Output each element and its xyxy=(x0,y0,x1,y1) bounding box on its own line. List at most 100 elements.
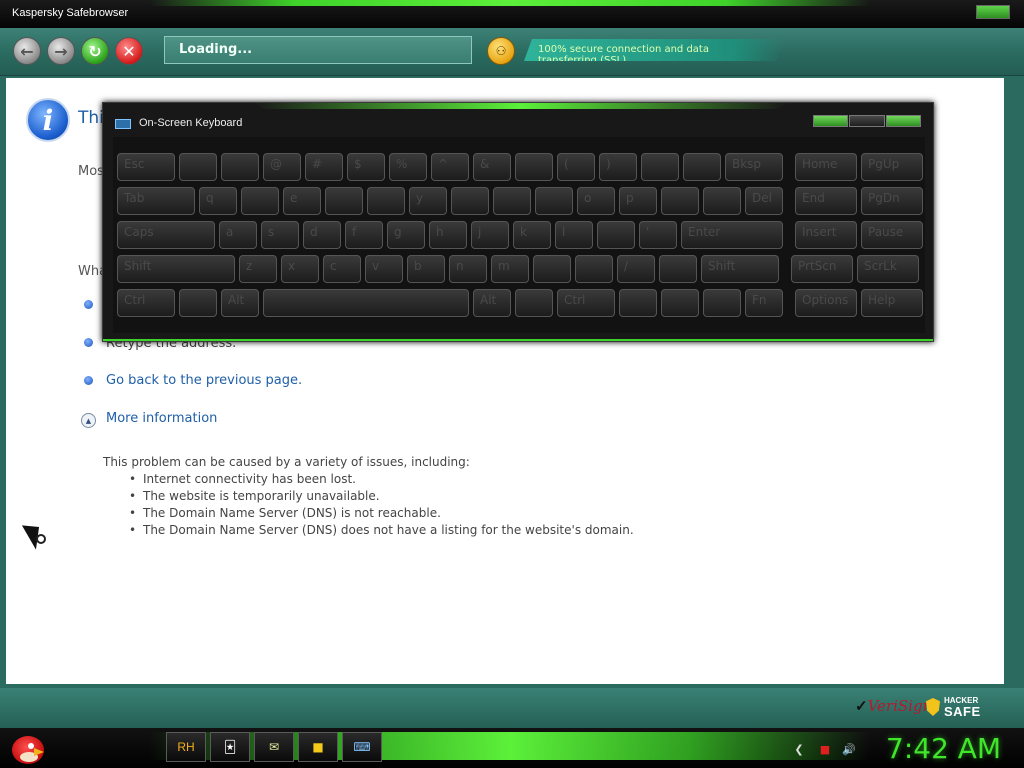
key-0-2[interactable] xyxy=(221,153,259,181)
key-4-2[interactable]: Alt xyxy=(221,289,259,317)
key-1-3[interactable]: e xyxy=(283,187,321,215)
taskbar-item-folder[interactable]: ■ xyxy=(298,732,338,762)
key-3-12[interactable]: Shift xyxy=(701,255,779,283)
key-1-15[interactable]: End xyxy=(795,187,857,215)
key-3-2[interactable]: x xyxy=(281,255,319,283)
key-4-4[interactable]: Alt xyxy=(473,289,511,317)
key-4-0[interactable]: Ctrl xyxy=(117,289,175,317)
close-button[interactable] xyxy=(885,115,921,127)
key-3-14[interactable]: ScrLk xyxy=(857,255,919,283)
key-4-9[interactable] xyxy=(703,289,741,317)
key-1-4[interactable] xyxy=(325,187,363,215)
tray-monitor-icon[interactable]: ■ xyxy=(818,742,832,756)
key-0-14[interactable]: Bksp xyxy=(725,153,783,181)
key-4-12[interactable]: Help xyxy=(861,289,923,317)
key-4-8[interactable] xyxy=(661,289,699,317)
key-2-1[interactable]: a xyxy=(219,221,257,249)
key-1-7[interactable] xyxy=(451,187,489,215)
key-1-10[interactable]: o xyxy=(577,187,615,215)
key-2-9[interactable]: l xyxy=(555,221,593,249)
key-2-3[interactable]: d xyxy=(303,221,341,249)
key-3-8[interactable] xyxy=(533,255,571,283)
key-2-6[interactable]: h xyxy=(429,221,467,249)
taskbar-item-rh[interactable]: RH xyxy=(166,732,206,762)
chevron-up-icon[interactable]: ▲ xyxy=(81,413,96,428)
key-0-0[interactable]: Esc xyxy=(117,153,175,181)
key-1-13[interactable] xyxy=(703,187,741,215)
key-0-6[interactable]: % xyxy=(389,153,427,181)
key-1-8[interactable] xyxy=(493,187,531,215)
tray-arrow-icon[interactable]: ❮ xyxy=(792,742,806,756)
key-4-10[interactable]: Fn xyxy=(745,289,783,317)
taskbar-item-keyboard[interactable]: ⌨ xyxy=(342,732,382,762)
key-4-1[interactable] xyxy=(179,289,217,317)
key-1-16[interactable]: PgDn xyxy=(861,187,923,215)
key-3-0[interactable]: Shift xyxy=(117,255,235,283)
key-2-8[interactable]: k xyxy=(513,221,551,249)
key-1-11[interactable]: p xyxy=(619,187,657,215)
key-0-10[interactable]: ( xyxy=(557,153,595,181)
key-1-1[interactable]: q xyxy=(199,187,237,215)
key-4-3[interactable] xyxy=(263,289,469,317)
key-1-0[interactable]: Tab xyxy=(117,187,195,215)
key-0-16[interactable]: PgUp xyxy=(861,153,923,181)
key-0-9[interactable] xyxy=(515,153,553,181)
key-3-5[interactable]: b xyxy=(407,255,445,283)
key-2-5[interactable]: g xyxy=(387,221,425,249)
key-4-6[interactable]: Ctrl xyxy=(557,289,615,317)
key-4-5[interactable] xyxy=(515,289,553,317)
key-2-13[interactable]: Insert xyxy=(795,221,857,249)
start-button-angry-bird-icon[interactable] xyxy=(8,730,48,766)
volume-icon[interactable]: 🔊 xyxy=(842,742,856,756)
key-2-12[interactable]: Enter xyxy=(681,221,783,249)
key-0-12[interactable] xyxy=(641,153,679,181)
maximize-button[interactable] xyxy=(849,115,885,127)
key-0-15[interactable]: Home xyxy=(795,153,857,181)
key-3-3[interactable]: c xyxy=(323,255,361,283)
key-0-13[interactable] xyxy=(683,153,721,181)
taskbar-item-cards[interactable]: 🃏 xyxy=(210,732,250,762)
forward-button[interactable]: → xyxy=(47,37,75,65)
key-0-7[interactable]: ^ xyxy=(431,153,469,181)
key-4-11[interactable]: Options xyxy=(795,289,857,317)
key-3-6[interactable]: n xyxy=(449,255,487,283)
key-3-1[interactable]: z xyxy=(239,255,277,283)
key-0-5[interactable]: $ xyxy=(347,153,385,181)
key-3-11[interactable] xyxy=(659,255,697,283)
refresh-button[interactable]: ↻ xyxy=(81,37,109,65)
key-2-11[interactable]: ' xyxy=(639,221,677,249)
key-2-0[interactable]: Caps xyxy=(117,221,215,249)
key-3-9[interactable] xyxy=(575,255,613,283)
more-information-link[interactable]: More information xyxy=(106,411,217,426)
key-0-8[interactable]: & xyxy=(473,153,511,181)
key-2-14[interactable]: Pause xyxy=(861,221,923,249)
key-3-13[interactable]: PrtScn xyxy=(791,255,853,283)
stop-button[interactable]: ✕ xyxy=(115,37,143,65)
ssl-lock-icon[interactable]: ⚇ xyxy=(487,37,515,65)
key-0-1[interactable] xyxy=(179,153,217,181)
key-2-7[interactable]: j xyxy=(471,221,509,249)
scrollbar[interactable] xyxy=(1004,78,1020,684)
key-0-11[interactable]: ) xyxy=(599,153,637,181)
key-3-10[interactable]: / xyxy=(617,255,655,283)
go-back-link[interactable]: Go back to the previous page. xyxy=(106,373,302,388)
minimize-button[interactable] xyxy=(813,115,849,127)
key-1-9[interactable] xyxy=(535,187,573,215)
key-1-6[interactable]: y xyxy=(409,187,447,215)
key-3-7[interactable]: m xyxy=(491,255,529,283)
key-2-2[interactable]: s xyxy=(261,221,299,249)
clock[interactable]: 7:42 AM xyxy=(886,732,1001,765)
key-0-4[interactable]: # xyxy=(305,153,343,181)
key-1-12[interactable] xyxy=(661,187,699,215)
key-1-14[interactable]: Del xyxy=(745,187,783,215)
key-0-3[interactable]: @ xyxy=(263,153,301,181)
back-button[interactable]: ← xyxy=(13,37,41,65)
address-bar[interactable]: Loading... xyxy=(164,36,472,64)
key-1-2[interactable] xyxy=(241,187,279,215)
key-2-10[interactable] xyxy=(597,221,635,249)
key-2-4[interactable]: f xyxy=(345,221,383,249)
key-4-7[interactable] xyxy=(619,289,657,317)
key-1-5[interactable] xyxy=(367,187,405,215)
taskbar-item-chat[interactable]: ✉ xyxy=(254,732,294,762)
window-control-button[interactable] xyxy=(976,5,1010,19)
